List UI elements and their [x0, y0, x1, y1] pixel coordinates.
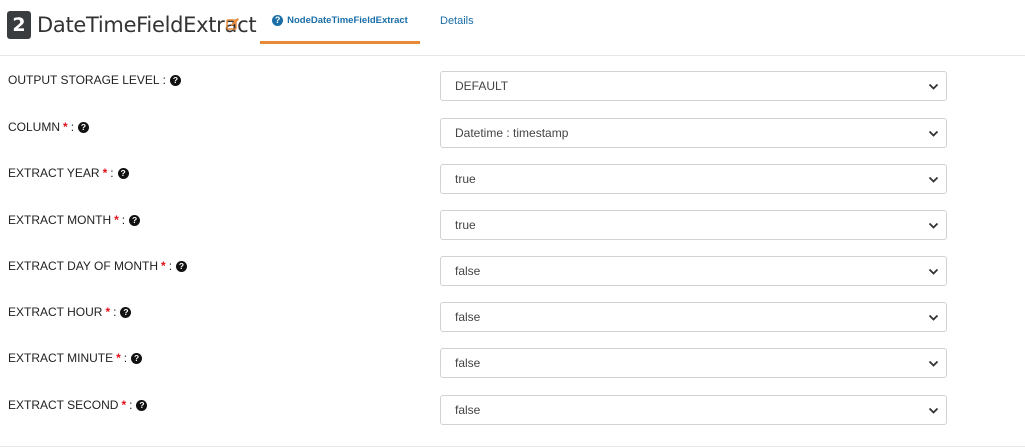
form-row-extract-day-of-month: EXTRACT DAY OF MONTH * : ? false: [0, 249, 1025, 295]
select-value: false: [455, 403, 481, 417]
chevron-down-icon: [928, 83, 939, 90]
form-row-extract-year: EXTRACT YEAR * : ? true: [0, 157, 1025, 203]
form-row-extract-minute: EXTRACT MINUTE * : ? false: [0, 342, 1025, 388]
label-colon: :: [110, 166, 114, 180]
field-label: EXTRACT YEAR * : ?: [8, 166, 129, 180]
extract-day-of-month-select[interactable]: false: [440, 256, 947, 286]
tab-node-datetime-field-extract[interactable]: ? NodeDateTimeFieldExtract: [260, 0, 420, 44]
help-icon[interactable]: ?: [176, 260, 188, 272]
select-value: Datetime : timestamp: [455, 126, 569, 140]
field-label-text: EXTRACT MONTH: [8, 213, 112, 227]
field-label-text: EXTRACT HOUR: [8, 305, 103, 319]
required-mark: *: [161, 259, 166, 273]
label-colon: :: [129, 398, 133, 412]
label-colon: :: [162, 73, 166, 87]
label-colon: :: [113, 305, 117, 319]
select-value: false: [455, 264, 481, 278]
column-select[interactable]: Datetime : timestamp: [440, 118, 947, 148]
tab-label: NodeDateTimeFieldExtract: [287, 15, 408, 26]
field-label: EXTRACT MONTH * : ?: [8, 213, 141, 227]
field-label-text: EXTRACT SECOND: [8, 398, 119, 412]
required-mark: *: [114, 213, 119, 227]
field-label: EXTRACT MINUTE * : ?: [8, 351, 143, 365]
help-icon[interactable]: ?: [129, 214, 141, 226]
node-number-badge: 2: [7, 11, 31, 39]
chevron-down-icon: [928, 407, 939, 414]
required-mark: *: [116, 351, 121, 365]
help-icon[interactable]: ?: [120, 306, 132, 318]
help-icon[interactable]: ?: [131, 352, 143, 364]
tab-details[interactable]: Details: [440, 0, 474, 41]
extract-second-select[interactable]: false: [440, 395, 947, 425]
select-value: false: [455, 310, 481, 324]
select-value: true: [455, 172, 476, 186]
chevron-down-icon: [928, 314, 939, 321]
divider: [0, 446, 1025, 447]
select-value: DEFAULT: [455, 79, 509, 93]
required-mark: *: [105, 305, 111, 319]
extract-minute-select[interactable]: false: [440, 348, 947, 378]
field-label-text: OUTPUT STORAGE LEVEL: [8, 73, 160, 87]
chevron-down-icon: [928, 176, 939, 183]
field-label: EXTRACT DAY OF MONTH * : ?: [8, 259, 188, 273]
form-row-extract-second: EXTRACT SECOND * : ? false: [0, 388, 1025, 434]
chevron-down-icon: [928, 268, 939, 275]
label-colon: :: [121, 213, 126, 227]
output-storage-level-select[interactable]: DEFAULT: [440, 71, 947, 101]
required-mark: *: [63, 120, 68, 134]
field-label-text: EXTRACT DAY OF MONTH: [8, 259, 159, 273]
form-row-column: COLUMN * : ? Datetime : timestamp: [0, 111, 1025, 157]
field-label: OUTPUT STORAGE LEVEL : ?: [8, 73, 181, 87]
help-icon[interactable]: ?: [117, 167, 129, 179]
help-icon[interactable]: ?: [78, 121, 90, 133]
field-label: COLUMN * : ?: [8, 120, 90, 134]
extract-hour-select[interactable]: false: [440, 302, 947, 332]
form-row-output-storage-level: OUTPUT STORAGE LEVEL : ? DEFAULT: [0, 65, 1025, 111]
extract-month-select[interactable]: true: [440, 210, 947, 240]
select-value: true: [455, 218, 476, 232]
node-title: DateTimeFieldExtract: [37, 13, 257, 37]
tab-label: Details: [440, 14, 474, 27]
field-label: EXTRACT SECOND * : ?: [8, 398, 148, 412]
field-label-text: EXTRACT MINUTE: [8, 351, 114, 365]
form-row-extract-hour: EXTRACT HOUR * : ? false: [0, 296, 1025, 342]
form-row-extract-month: EXTRACT MONTH * : ? true: [0, 203, 1025, 249]
field-label-text: COLUMN: [8, 120, 61, 134]
node-header: 2 DateTimeFieldExtract ? NodeDateTimeFie…: [0, 0, 1025, 56]
help-icon[interactable]: ?: [136, 399, 148, 411]
question-circle-icon: ?: [272, 15, 284, 26]
label-colon: :: [168, 259, 173, 273]
select-value: false: [455, 356, 481, 370]
edit-icon[interactable]: [226, 17, 240, 31]
required-mark: *: [102, 166, 108, 180]
chevron-down-icon: [928, 222, 939, 229]
chevron-down-icon: [928, 130, 939, 137]
help-icon[interactable]: ?: [169, 74, 181, 86]
field-label: EXTRACT HOUR * : ?: [8, 305, 132, 319]
chevron-down-icon: [928, 360, 939, 367]
extract-year-select[interactable]: true: [440, 164, 947, 194]
required-mark: *: [121, 398, 127, 412]
label-colon: :: [70, 120, 75, 134]
field-label-text: EXTRACT YEAR: [8, 166, 100, 180]
label-colon: :: [123, 351, 128, 365]
